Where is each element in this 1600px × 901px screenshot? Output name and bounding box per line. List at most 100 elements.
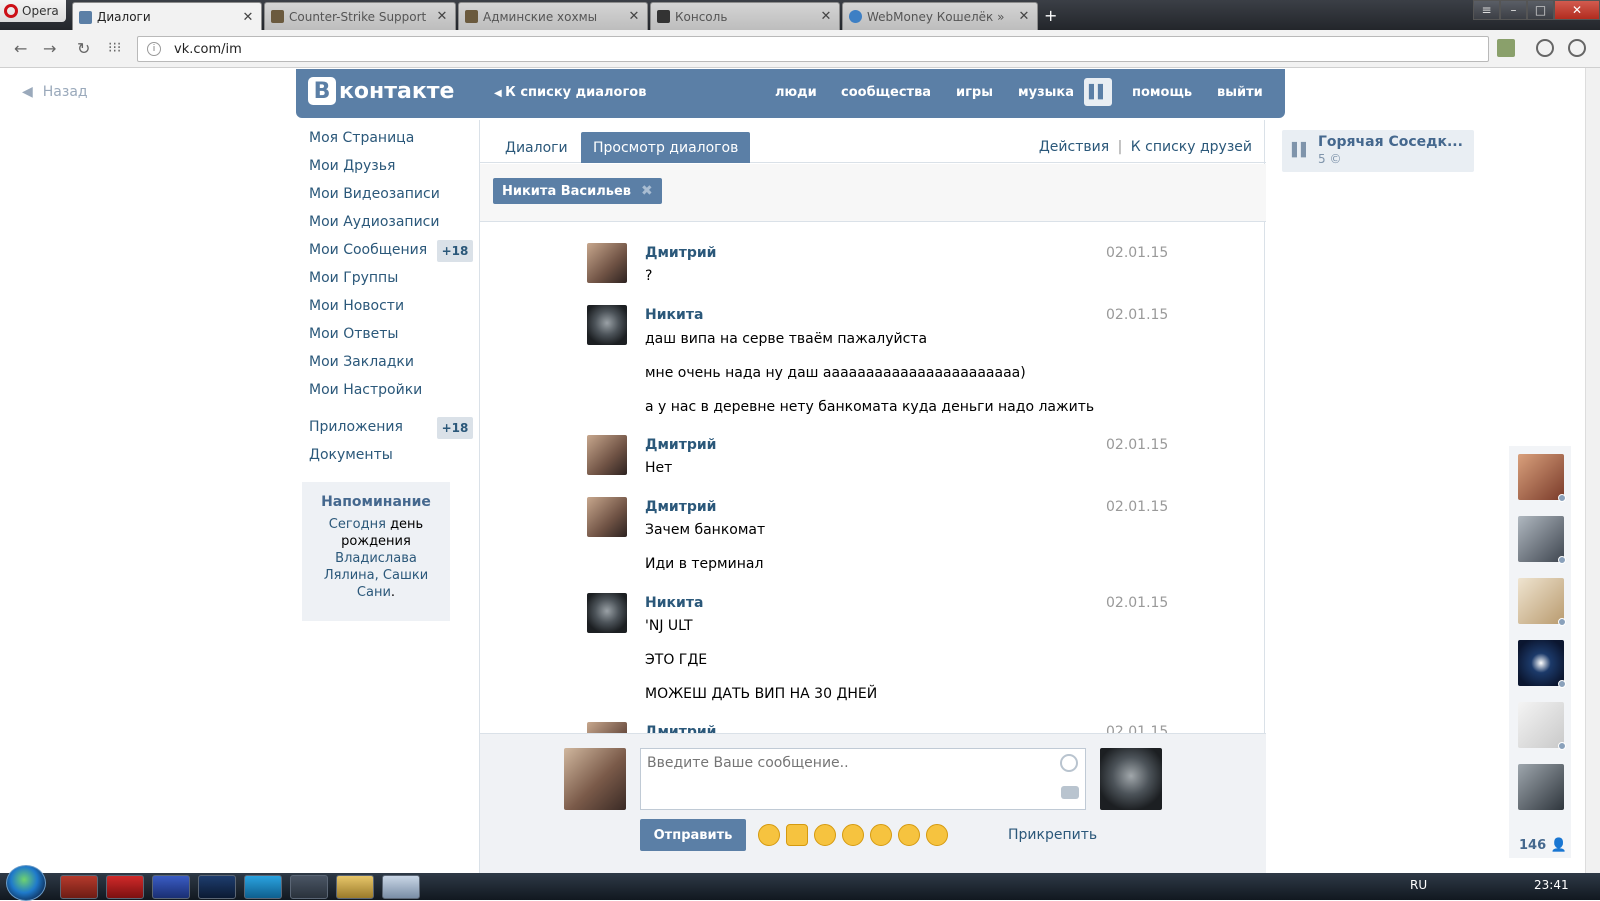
author-avatar[interactable] xyxy=(587,593,627,633)
peer-avatar[interactable] xyxy=(1100,748,1162,810)
back-link[interactable]: ◀ Назад xyxy=(22,84,88,100)
recipient-chip[interactable]: Никита Васильев ✖ xyxy=(493,178,662,204)
extension-icon[interactable] xyxy=(1497,39,1515,57)
menu-documents[interactable]: Документы xyxy=(309,447,393,463)
reload-icon[interactable]: ↻ xyxy=(77,39,90,58)
music-pause-icon[interactable]: ▌▌ xyxy=(1084,78,1112,106)
reminder-people-link[interactable]: Владислава Лялина, Сашки Сани xyxy=(324,551,428,600)
site-info-icon[interactable]: i xyxy=(147,42,161,56)
close-tab-icon[interactable]: ✕ xyxy=(241,10,255,25)
app-x-taskbar-icon[interactable] xyxy=(152,875,190,899)
message-date[interactable]: 02.01.15 xyxy=(1106,245,1168,261)
camera-icon[interactable] xyxy=(1061,786,1079,799)
tab-webmoney[interactable]: WebMoney Кошелёк » ✕ xyxy=(842,2,1038,30)
friend-avatar[interactable] xyxy=(1518,764,1564,810)
language-indicator[interactable]: RU xyxy=(1410,878,1427,892)
author-avatar[interactable] xyxy=(587,305,627,345)
close-tab-icon[interactable]: ✕ xyxy=(435,9,449,24)
thumbs-up-emoji-icon[interactable] xyxy=(786,824,808,846)
message-date[interactable]: 02.01.15 xyxy=(1106,595,1168,611)
back-arrow-icon[interactable]: ← xyxy=(14,39,27,58)
tab-admin-jokes[interactable]: Админские хохмы ✕ xyxy=(458,2,648,30)
friend-avatar[interactable] xyxy=(1518,454,1566,502)
menu-my-news[interactable]: Мои Новости xyxy=(309,298,404,314)
laughing-emoji-icon[interactable] xyxy=(814,824,836,846)
message-history[interactable]: Дмитрий 02.01.15 ? Никита 02.01.15 даш в… xyxy=(480,223,1266,733)
message-date[interactable]: 02.01.15 xyxy=(1106,437,1168,453)
audio-player-widget[interactable]: ▌▌ Горячая Соседк... 5 © xyxy=(1282,130,1474,172)
friend-avatar[interactable] xyxy=(1518,516,1566,564)
back-to-dialogs-link[interactable]: ◀ К списку диалогов xyxy=(494,85,646,100)
kiss-emoji-icon[interactable] xyxy=(926,824,948,846)
skype-taskbar-icon[interactable] xyxy=(244,875,282,899)
friends-list-link[interactable]: К списку друзей xyxy=(1131,139,1252,155)
opera-menu-button[interactable]: Opera xyxy=(0,0,66,22)
account-icon[interactable] xyxy=(1568,39,1586,57)
messages-count-badge[interactable]: +18 xyxy=(437,240,473,262)
message-author[interactable]: Дмитрий xyxy=(645,724,716,733)
pause-icon[interactable]: ▌▌ xyxy=(1292,143,1311,158)
window-close-icon[interactable]: ✕ xyxy=(1554,0,1600,20)
nav-logout[interactable]: выйти xyxy=(1217,85,1263,100)
maximize-icon[interactable]: □ xyxy=(1527,0,1554,20)
menu-my-bookmarks[interactable]: Мои Закладки xyxy=(309,354,414,370)
start-button-icon[interactable] xyxy=(6,865,46,901)
author-avatar[interactable] xyxy=(587,497,627,537)
close-tab-icon[interactable]: ✕ xyxy=(819,9,833,24)
speed-dial-grid-icon[interactable]: ⁝⁝⁝ xyxy=(108,40,121,56)
menu-my-messages[interactable]: Мои Сообщения xyxy=(309,242,427,258)
smile-emoji-icon[interactable] xyxy=(870,824,892,846)
my-avatar[interactable] xyxy=(564,748,626,810)
menu-my-friends[interactable]: Мои Друзья xyxy=(309,158,395,174)
friend-avatar[interactable] xyxy=(1518,702,1566,750)
message-input[interactable] xyxy=(640,748,1086,810)
message-author[interactable]: Дмитрий xyxy=(645,245,716,261)
explorer-taskbar-icon[interactable] xyxy=(336,875,374,899)
menu-my-settings[interactable]: Мои Настройки xyxy=(309,382,422,398)
tab-dialogs-list[interactable]: Диалоги xyxy=(493,132,580,163)
message-author[interactable]: Дмитрий xyxy=(645,499,716,515)
author-avatar[interactable] xyxy=(587,722,627,733)
nav-games[interactable]: игры xyxy=(956,85,993,100)
message-date[interactable]: 02.01.15 xyxy=(1106,307,1168,323)
attach-link[interactable]: Прикрепить xyxy=(1008,827,1097,843)
remove-recipient-icon[interactable]: ✖ xyxy=(641,183,653,199)
nav-people[interactable]: люди xyxy=(775,85,817,100)
menu-my-page[interactable]: Моя Страница xyxy=(309,130,414,146)
tab-console[interactable]: Консоль ✕ xyxy=(650,2,840,30)
filezilla-taskbar-icon[interactable] xyxy=(60,875,98,899)
cs-taskbar-icon[interactable] xyxy=(290,875,328,899)
minimize-icon[interactable]: – xyxy=(1500,0,1527,20)
message-author[interactable]: Дмитрий xyxy=(645,437,716,453)
notepad-taskbar-icon[interactable] xyxy=(382,875,420,899)
menu-my-audio[interactable]: Мои Аудиозаписи xyxy=(309,214,439,230)
new-tab-plus-icon[interactable]: + xyxy=(1044,6,1057,25)
url-field[interactable]: i vk.com/im xyxy=(137,36,1489,62)
message-author[interactable]: Никита xyxy=(645,307,703,323)
system-clock[interactable]: 23:41 xyxy=(1534,878,1569,892)
close-tab-icon[interactable]: ✕ xyxy=(627,9,641,24)
nav-help[interactable]: помощь xyxy=(1132,85,1192,100)
grin-emoji-icon[interactable] xyxy=(842,824,864,846)
forward-arrow-icon[interactable]: → xyxy=(43,39,56,58)
message-date[interactable]: 02.01.15 xyxy=(1106,499,1168,515)
wink-emoji-icon[interactable] xyxy=(758,824,780,846)
photoshop-taskbar-icon[interactable] xyxy=(198,875,236,899)
friends-online-count[interactable]: 146 👤 xyxy=(1519,838,1567,853)
tab-dialogs[interactable]: Диалоги ✕ xyxy=(72,2,262,31)
tab-counter-strike[interactable]: Counter-Strike Support Co ✕ xyxy=(264,2,456,30)
download-icon[interactable] xyxy=(1536,39,1554,57)
reminder-today-link[interactable]: Сегодня xyxy=(329,517,386,532)
menu-my-groups[interactable]: Мои Группы xyxy=(309,270,398,286)
menu-my-answers[interactable]: Мои Ответы xyxy=(309,326,398,342)
tabs-menu-icon[interactable]: ≡ xyxy=(1473,0,1500,20)
friend-avatar[interactable] xyxy=(1518,640,1566,688)
message-author[interactable]: Никита xyxy=(645,595,703,611)
opera-taskbar-icon[interactable] xyxy=(106,875,144,899)
menu-apps[interactable]: Приложения xyxy=(309,419,403,435)
nav-music[interactable]: музыка xyxy=(1018,85,1074,100)
actions-link[interactable]: Действия xyxy=(1039,139,1109,155)
apps-count-badge[interactable]: +18 xyxy=(437,417,473,439)
send-button[interactable]: Отправить xyxy=(640,819,746,851)
message-date[interactable]: 02.01.15 xyxy=(1106,724,1168,733)
